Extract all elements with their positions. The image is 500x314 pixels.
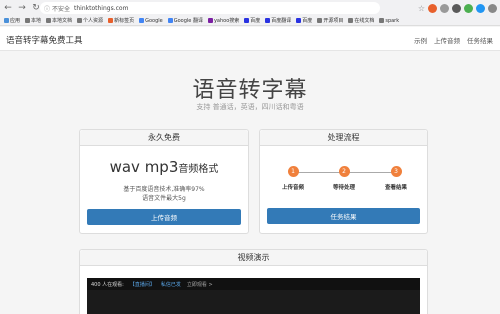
extension-icon[interactable] <box>476 3 485 13</box>
step-2: 2 等待处理 <box>324 166 364 191</box>
bookmark-item[interactable]: 开源项目 <box>317 17 343 24</box>
bookmark-item[interactable]: 百度 <box>296 17 312 24</box>
step-1: 1 上传音频 <box>273 166 313 191</box>
bookmark-item[interactable]: Google 翻译 <box>167 17 203 24</box>
bookmark-icon <box>379 18 385 23</box>
bookmark-icon <box>25 18 31 23</box>
flow-panel: 处理流程 1 上传音频 2 等待处理 3 查看结果 任务结果 <box>259 129 428 234</box>
bookmark-item[interactable]: Google <box>139 18 163 24</box>
bookmark-icon <box>265 18 271 23</box>
bookmark-item[interactable]: 个人资源 <box>77 17 103 24</box>
extension-icon[interactable] <box>428 3 437 13</box>
bookmark-item[interactable]: 本地 <box>25 17 41 24</box>
live-tag[interactable]: 【直播间】 <box>130 281 155 288</box>
accuracy-text: 基于百度语音技术,准确率97% <box>123 186 205 193</box>
nav-link-examples[interactable]: 示例 <box>414 35 427 45</box>
browser-toolbar: ← → ↻ ⓘ 不安全 thinktothings.com ☆ <box>0 0 500 16</box>
bookmark-label: Google <box>145 17 163 24</box>
video-overlay-bar: 400 人在观看: 【直播间】 私信已发 立即观看 > <box>87 278 420 290</box>
site-brand[interactable]: 语音转字幕免费工具 <box>6 34 83 46</box>
bookmark-item[interactable]: 应用 <box>4 17 20 24</box>
step-2-label: 等待处理 <box>332 185 355 191</box>
bookmark-icon <box>244 18 250 23</box>
nav-link-results[interactable]: 任务结果 <box>467 35 493 45</box>
step-1-dot: 1 <box>287 166 299 177</box>
bookmark-icon <box>348 18 354 23</box>
extension-icon[interactable] <box>440 3 449 13</box>
extension-icon[interactable] <box>464 3 473 13</box>
bookmark-item[interactable]: 本地文档 <box>46 17 72 24</box>
bookmark-item[interactable]: 在线文档 <box>348 17 374 24</box>
bookmark-item[interactable]: 新标签页 <box>108 17 134 24</box>
bookmark-item[interactable]: 百度翻译 <box>265 17 291 24</box>
extension-icon[interactable] <box>452 3 461 13</box>
bookmark-item[interactable]: 百度 <box>244 17 260 24</box>
bookmark-label: 本地文档 <box>52 18 73 24</box>
format-list: wav mp3 <box>109 158 179 176</box>
forward-icon[interactable]: → <box>16 2 28 14</box>
step-3-label: 查看结果 <box>384 185 407 191</box>
bookmark-label: 百度 <box>250 18 261 24</box>
viewer-count: 400 人在观看: <box>91 281 124 288</box>
site-navbar: 语音转字幕免费工具 示例 上传音频 任务结果 <box>0 27 500 51</box>
hero-title: 语音转字幕 <box>192 78 308 103</box>
live-link[interactable]: 私信已发 <box>161 281 181 288</box>
step-indicator: 1 上传音频 2 等待处理 3 查看结果 <box>260 164 427 194</box>
bookmark-item[interactable]: yahoo搜索 <box>207 17 240 24</box>
bookmark-label: spark <box>385 17 400 24</box>
bookmark-label: 在线文档 <box>354 18 375 24</box>
bookmark-item[interactable]: spark <box>379 18 399 24</box>
back-icon[interactable]: ← <box>2 2 14 14</box>
video-panel: 视频演示 400 人在观看: 【直播间】 私信已发 立即观看 > <box>79 249 428 314</box>
bookmark-label: 个人资源 <box>83 18 104 24</box>
url-text: thinktothings.com <box>74 4 129 12</box>
hero-subtitle: 支持 普通话，英语，四川话和粤语 <box>196 103 304 111</box>
upload-audio-button[interactable]: 上传音频 <box>87 209 241 225</box>
step-1-label: 上传音频 <box>281 185 304 191</box>
bookmark-label: 百度翻译 <box>271 18 292 24</box>
bookmark-label: 百度 <box>302 18 313 24</box>
bookmark-icon <box>139 18 145 23</box>
task-results-button[interactable]: 任务结果 <box>267 208 420 224</box>
filesize-text: 语音文件最大5g <box>142 195 186 202</box>
bookmark-icon <box>167 18 173 23</box>
format-suffix: 音频格式 <box>178 164 219 175</box>
profile-icon[interactable] <box>488 3 497 13</box>
step-3-dot: 3 <box>390 166 402 177</box>
step-3: 3 查看结果 <box>376 166 416 191</box>
bookmark-label: yahoo搜索 <box>213 18 240 24</box>
step-2-dot: 2 <box>338 166 350 177</box>
insecure-label: 不安全 <box>52 5 71 13</box>
watch-now-link[interactable]: 立即观看 > <box>187 281 213 288</box>
free-panel: 永久免费 wav mp3音频格式 基于百度语音技术,准确率97% 语音文件最大5… <box>79 129 249 234</box>
bookmark-label: Google 翻译 <box>173 18 203 24</box>
format-text: wav mp3音频格式 <box>80 157 248 176</box>
free-panel-heading: 永久免费 <box>80 130 248 146</box>
demo-video[interactable]: 400 人在观看: 【直播间】 私信已发 立即观看 > <box>87 278 420 314</box>
flow-panel-heading: 处理流程 <box>260 130 427 146</box>
video-panel-heading: 视频演示 <box>80 250 427 266</box>
nav-link-upload[interactable]: 上传音频 <box>434 35 460 45</box>
bookmark-label: 开源项目 <box>323 18 344 24</box>
bookmark-icon <box>296 18 302 23</box>
info-icon[interactable]: ⓘ <box>44 4 50 13</box>
bookmark-label: 应用 <box>10 18 21 24</box>
address-bar[interactable]: ⓘ 不安全 thinktothings.com <box>40 2 380 14</box>
bookmark-icon <box>77 18 83 23</box>
bookmark-icon <box>46 18 52 23</box>
bookmark-icon <box>207 18 213 23</box>
bookmark-label: 本地 <box>31 18 42 24</box>
bookmark-label: 新标签页 <box>114 18 135 24</box>
bookmark-icon <box>317 18 323 23</box>
bookmark-icon <box>4 18 9 23</box>
bookmarks-bar: 应用 本地 本地文档 个人资源 新标签页 Google Google 翻译 yahoo搜索 百度… <box>0 16 500 26</box>
bookmark-icon <box>108 18 114 23</box>
star-icon[interactable]: ☆ <box>418 4 425 13</box>
